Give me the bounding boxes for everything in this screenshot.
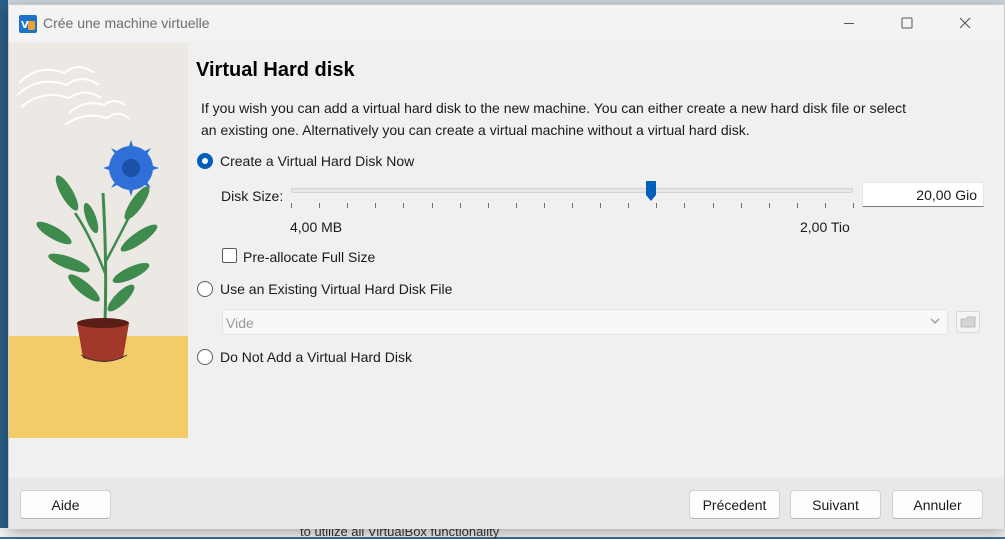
maximize-icon bbox=[901, 17, 913, 29]
chevron-down-icon bbox=[930, 318, 940, 324]
slider-tick bbox=[600, 203, 601, 208]
no-disk-radio[interactable] bbox=[197, 349, 213, 365]
virtualbox-app-icon: V bbox=[19, 15, 37, 33]
existing-disk-label[interactable]: Use an Existing Virtual Hard Disk File bbox=[220, 281, 452, 297]
close-icon bbox=[959, 17, 971, 29]
create-disk-label[interactable]: Create a Virtual Hard Disk Now bbox=[220, 153, 414, 169]
disk-size-slider-track[interactable] bbox=[291, 188, 853, 193]
maximize-button[interactable] bbox=[878, 5, 936, 41]
svg-text:V: V bbox=[21, 20, 29, 31]
previous-button[interactable]: Précedent bbox=[689, 490, 780, 519]
slider-tick bbox=[291, 203, 292, 208]
create-disk-radio[interactable] bbox=[197, 153, 213, 169]
create-vm-dialog: V Crée une machine virtuelle Virtual Har… bbox=[8, 4, 1005, 529]
slider-tick bbox=[544, 203, 545, 208]
desktop-left-strip bbox=[0, 0, 8, 537]
page-description: If you wish you can add a virtual hard d… bbox=[201, 100, 907, 138]
slider-tick bbox=[825, 203, 826, 208]
disk-size-max-label: 2,00 Tio bbox=[800, 219, 850, 235]
disk-size-label: Disk Size: bbox=[221, 188, 284, 204]
wizard-illustration bbox=[9, 43, 188, 438]
next-button[interactable]: Suivant bbox=[790, 490, 881, 519]
slider-tick bbox=[797, 203, 798, 208]
slider-tick bbox=[656, 203, 657, 208]
slider-tick bbox=[403, 203, 404, 208]
disk-size-min-label: 4,00 MB bbox=[290, 219, 343, 235]
existing-disk-select-value: Vide bbox=[226, 315, 254, 331]
slider-tick bbox=[684, 203, 685, 208]
slider-tick bbox=[628, 203, 629, 208]
slider-tick bbox=[488, 203, 489, 208]
slider-tick bbox=[853, 203, 854, 208]
preallocate-checkbox[interactable] bbox=[222, 248, 237, 263]
close-button[interactable] bbox=[936, 5, 994, 41]
slider-tick bbox=[375, 203, 376, 208]
help-button[interactable]: Aide bbox=[20, 490, 111, 519]
slider-tick bbox=[432, 203, 433, 208]
slider-tick bbox=[460, 203, 461, 208]
background-window-strip bbox=[0, 528, 1005, 537]
slider-tick bbox=[713, 203, 714, 208]
window-title: Crée une machine virtuelle bbox=[43, 15, 210, 31]
disk-size-slider-handle[interactable] bbox=[645, 180, 657, 202]
slider-tick bbox=[347, 203, 348, 208]
folder-browse-icon[interactable] bbox=[956, 311, 980, 333]
preallocate-label[interactable]: Pre-allocate Full Size bbox=[243, 249, 375, 265]
slider-tick bbox=[769, 203, 770, 208]
page-title: Virtual Hard disk bbox=[196, 59, 355, 81]
minimize-button[interactable] bbox=[820, 5, 878, 41]
disk-size-input[interactable] bbox=[862, 182, 984, 207]
slider-tick bbox=[741, 203, 742, 208]
slider-tick bbox=[572, 203, 573, 208]
existing-disk-radio[interactable] bbox=[197, 281, 213, 297]
cancel-button[interactable]: Annuler bbox=[892, 490, 983, 519]
title-bar: V Crée une machine virtuelle bbox=[9, 5, 1004, 41]
slider-tick bbox=[319, 203, 320, 208]
existing-disk-select[interactable]: Vide bbox=[222, 309, 948, 335]
no-disk-label[interactable]: Do Not Add a Virtual Hard Disk bbox=[220, 349, 412, 365]
slider-tick bbox=[516, 203, 517, 208]
minimize-icon bbox=[844, 23, 854, 24]
